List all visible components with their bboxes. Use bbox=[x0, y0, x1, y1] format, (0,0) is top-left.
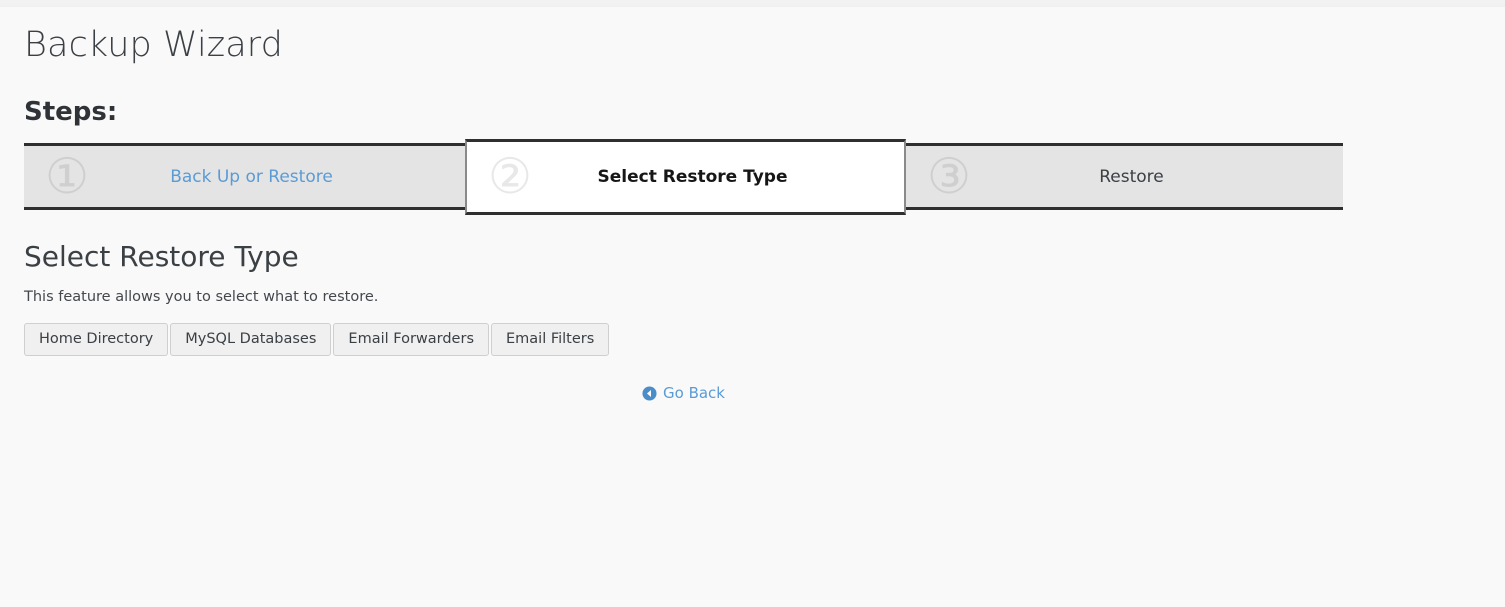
top-header-strip bbox=[0, 0, 1505, 7]
wizard-step-1-label[interactable]: Back Up or Restore bbox=[110, 166, 465, 188]
wizard-step-2-label: Select Restore Type bbox=[597, 167, 788, 187]
email-forwarders-button[interactable]: Email Forwarders bbox=[333, 323, 489, 356]
steps-label: Steps: bbox=[24, 97, 118, 127]
restore-type-button-group: Home Directory MySQL Databases Email For… bbox=[24, 323, 1505, 356]
go-back-label: Go Back bbox=[663, 384, 725, 402]
step-3-number-icon: ③ bbox=[927, 147, 971, 205]
wizard-step-2[interactable]: ② Select Restore Type bbox=[465, 139, 906, 215]
wizard-step-3: ③ Restore bbox=[906, 143, 1343, 210]
arrow-circle-left-icon bbox=[642, 385, 657, 401]
page-container: Backup Wizard Steps: ① Back Up or Restor… bbox=[0, 7, 1505, 405]
home-directory-button[interactable]: Home Directory bbox=[24, 323, 169, 356]
go-back-container: Go Back bbox=[24, 384, 1343, 405]
wizard-step-3-label: Restore bbox=[1099, 166, 1164, 187]
email-filters-button[interactable]: Email Filters bbox=[491, 323, 610, 356]
content-description: This feature allows you to select what t… bbox=[24, 289, 379, 305]
main-content: Select Restore Type This feature allows … bbox=[0, 222, 1505, 405]
step-2-number-icon: ② bbox=[488, 148, 532, 205]
wizard-step-1[interactable]: ① Back Up or Restore bbox=[24, 143, 465, 210]
content-heading: Select Restore Type bbox=[24, 240, 299, 273]
go-back-link[interactable]: Go Back bbox=[642, 384, 725, 402]
mysql-databases-button[interactable]: MySQL Databases bbox=[170, 323, 332, 356]
wizard-step-bar: ① Back Up or Restore ② Select Restore Ty… bbox=[24, 139, 1343, 222]
step-1-number-icon: ① bbox=[45, 147, 89, 205]
page-title: Backup Wizard bbox=[24, 25, 283, 65]
